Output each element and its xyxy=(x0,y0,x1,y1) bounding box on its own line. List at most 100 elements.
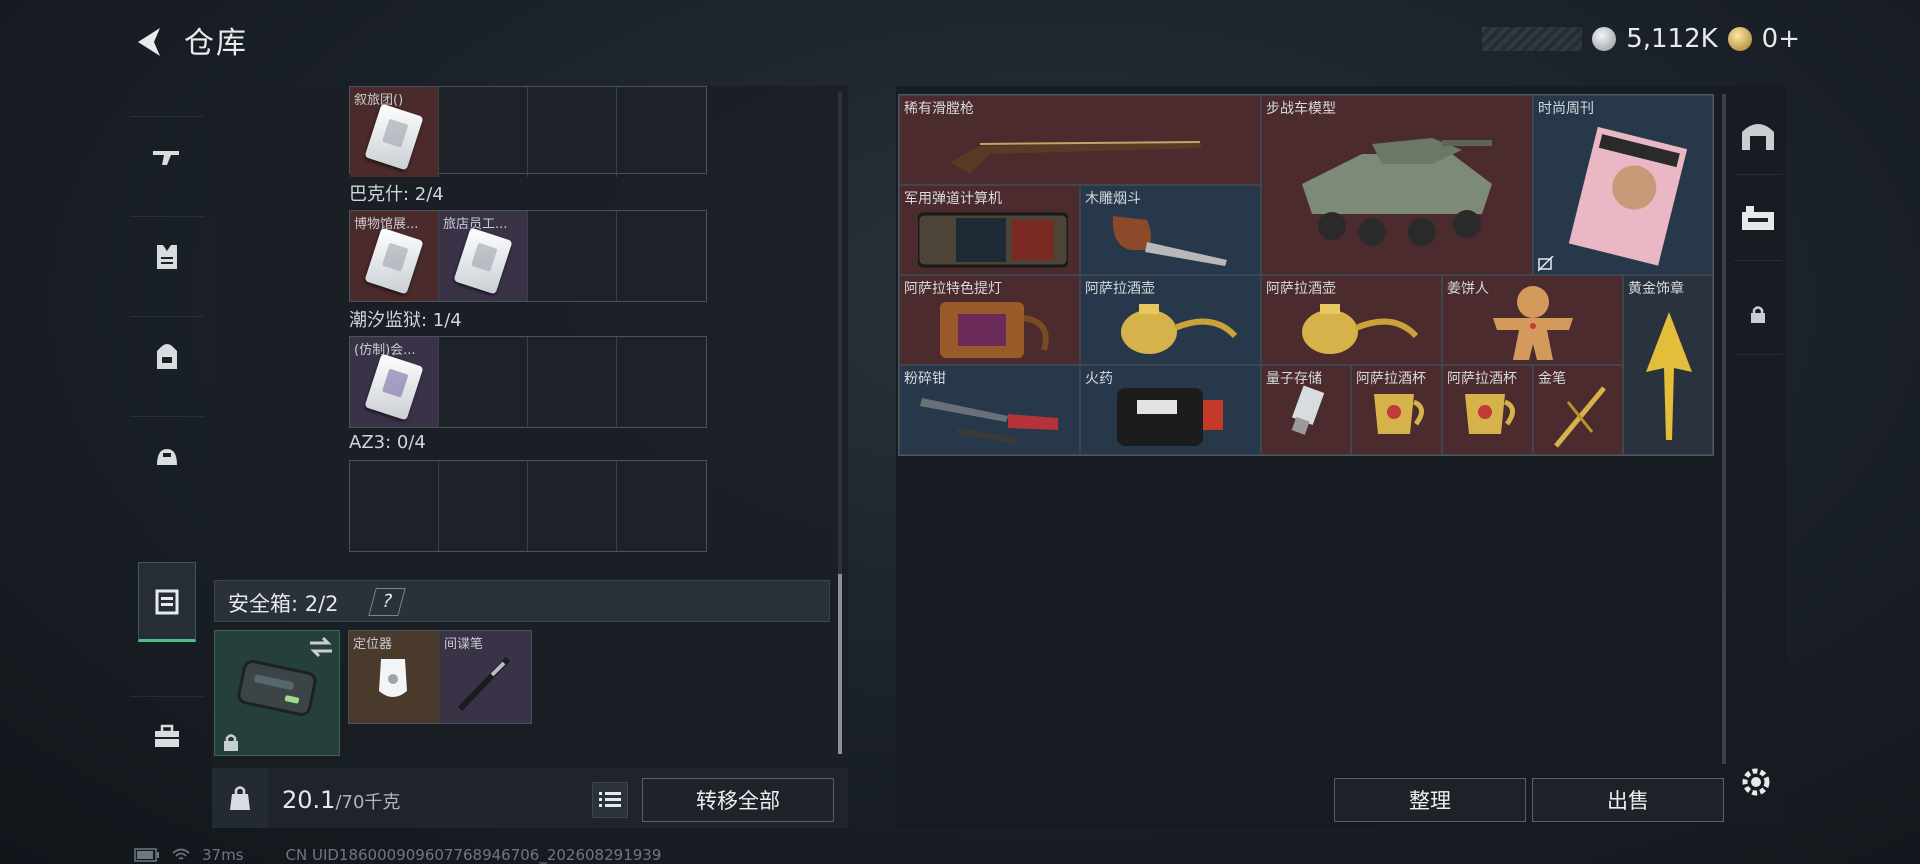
item-slot[interactable]: 博物馆展... xyxy=(350,211,439,301)
gold-pen-icon xyxy=(1554,386,1606,448)
usb-drive-icon xyxy=(1291,385,1325,435)
item-slot[interactable]: 旅店员工... xyxy=(439,211,528,301)
grid-item[interactable]: 步战车模型 xyxy=(1261,95,1533,275)
grid-item[interactable]: 军用弹道计算机 xyxy=(899,185,1080,275)
group-label: AZ3: 0/4 xyxy=(349,432,426,453)
left-category-nav xyxy=(130,86,204,806)
nav-safebox[interactable] xyxy=(138,562,196,642)
lock-icon xyxy=(224,734,238,751)
nav-locked-tab[interactable] xyxy=(1734,274,1782,355)
warehouse-grid: 稀有滑膛枪 步战车模型 时尚周刊 军用弹道计算机 木雕烟斗 阿萨拉特色提灯 阿萨… xyxy=(898,94,1714,456)
musket-icon xyxy=(950,141,1202,174)
empty-slot[interactable] xyxy=(528,461,617,551)
grid-item[interactable]: 阿萨拉酒杯 xyxy=(1351,365,1442,455)
ewer-icon xyxy=(1302,304,1419,354)
ewer-icon xyxy=(1121,304,1238,354)
locator-icon xyxy=(379,659,407,697)
grid-item[interactable]: 时尚周刊 xyxy=(1533,95,1713,275)
keycard-icon xyxy=(453,227,513,295)
nav-warehouse-tab[interactable] xyxy=(1734,94,1782,175)
empty-slot[interactable] xyxy=(528,87,617,177)
empty-slot[interactable] xyxy=(528,211,617,301)
helmet-bag-icon xyxy=(157,449,177,465)
grid-item[interactable]: 量子存储 xyxy=(1261,365,1351,455)
goblet-icon xyxy=(1374,394,1424,434)
gold-amount[interactable]: 0+ xyxy=(1762,24,1800,54)
item-slot[interactable]: 叙旅团() xyxy=(350,87,439,177)
warehouse-scrollbar[interactable] xyxy=(1722,94,1726,764)
right-side-nav xyxy=(1734,94,1782,394)
lantern-icon xyxy=(940,302,1049,358)
backpack-icon xyxy=(157,344,177,369)
grid-item[interactable]: 粉碎钳 xyxy=(899,365,1080,455)
item-slot[interactable]: 间谍笔 xyxy=(440,631,531,723)
grid-item[interactable]: 姜饼人 xyxy=(1442,275,1623,365)
grid-item[interactable]: 阿萨拉酒壶 xyxy=(1261,275,1442,365)
wifi-icon xyxy=(172,848,190,860)
empty-slot[interactable] xyxy=(439,337,528,427)
scrollbar-thumb[interactable] xyxy=(838,574,842,754)
gingerbread-icon xyxy=(1493,286,1573,360)
uid-readout: CN UID186000909607768946706_202608291939 xyxy=(285,846,662,864)
nav-armor[interactable] xyxy=(130,216,204,297)
pipe-icon xyxy=(1112,216,1227,266)
empty-slot[interactable] xyxy=(617,87,706,177)
keycard-icon xyxy=(364,227,424,295)
empty-slot[interactable] xyxy=(617,337,706,427)
sort-button[interactable]: 整理 xyxy=(1334,778,1526,822)
nav-tools[interactable] xyxy=(130,696,204,777)
slot-row xyxy=(349,460,707,552)
gun-icon xyxy=(153,151,179,165)
nav-weapons[interactable] xyxy=(130,116,204,197)
sell-button[interactable]: 出售 xyxy=(1532,778,1724,822)
item-slot[interactable]: 定位器 xyxy=(349,631,440,723)
bag-weight-icon-wrapper xyxy=(212,768,268,828)
silver-coin-icon xyxy=(1592,27,1617,51)
list-icon xyxy=(599,792,621,807)
nav-items-tab[interactable] xyxy=(1734,180,1782,261)
empty-slot[interactable] xyxy=(617,211,706,301)
transfer-all-button[interactable]: 转移全部 xyxy=(642,778,834,822)
swap-icon[interactable] xyxy=(308,636,334,658)
lock-icon xyxy=(1751,306,1765,323)
status-bar: 37ms CN UID186000909607768946706_2026082… xyxy=(134,846,661,864)
magazine-icon xyxy=(1568,126,1688,266)
safebox-case-icon xyxy=(237,659,317,717)
safebox-slots: 定位器 间谍笔 xyxy=(348,630,532,724)
silver-amount: 5,112K xyxy=(1626,24,1718,54)
ballistic-computer-icon xyxy=(918,212,1068,268)
gold-coin-icon xyxy=(1727,27,1752,51)
ping-readout: 37ms xyxy=(202,846,244,864)
keycard-icon xyxy=(364,353,424,421)
weight-readout: 20.1/70千克 xyxy=(282,786,400,814)
nav-helmet-bag[interactable] xyxy=(130,416,204,497)
empty-slot[interactable] xyxy=(439,87,528,177)
nav-backpack[interactable] xyxy=(130,316,204,397)
empty-slot[interactable] xyxy=(350,461,439,551)
grid-item[interactable]: 木雕烟斗 xyxy=(1080,185,1261,275)
goblet-icon xyxy=(1465,394,1515,434)
keycard-icon xyxy=(364,103,424,171)
grid-item[interactable]: 火药 xyxy=(1080,365,1261,455)
grid-item[interactable]: 阿萨拉酒杯 xyxy=(1442,365,1533,455)
item-slot[interactable]: (仿制)会... xyxy=(350,337,439,427)
grid-item[interactable]: 阿萨拉酒壶 xyxy=(1080,275,1261,365)
empty-slot[interactable] xyxy=(439,461,528,551)
back-arrow-icon[interactable] xyxy=(130,22,170,62)
grid-item[interactable]: 金笔 xyxy=(1533,365,1623,455)
gunpowder-icon xyxy=(1117,388,1223,446)
currency-bar: 5,112K 0+ xyxy=(1482,22,1800,56)
list-view-button[interactable] xyxy=(592,782,628,818)
settings-gear-icon[interactable] xyxy=(1738,764,1774,800)
hatch-decoration xyxy=(1482,27,1583,51)
warehouse-icon xyxy=(1742,124,1774,150)
empty-slot[interactable] xyxy=(528,337,617,427)
slot-row: 叙旅团() xyxy=(349,86,707,177)
empty-slot[interactable] xyxy=(617,461,706,551)
weight-icon xyxy=(230,786,250,810)
grid-item[interactable]: 黄金饰章 xyxy=(1623,275,1713,455)
toolbox-icon xyxy=(155,724,179,747)
grid-item[interactable]: 稀有滑膛枪 xyxy=(899,95,1261,185)
safebox-label: 安全箱: 2/2 xyxy=(228,592,339,616)
grid-item[interactable]: 阿萨拉特色提灯 xyxy=(899,275,1080,365)
